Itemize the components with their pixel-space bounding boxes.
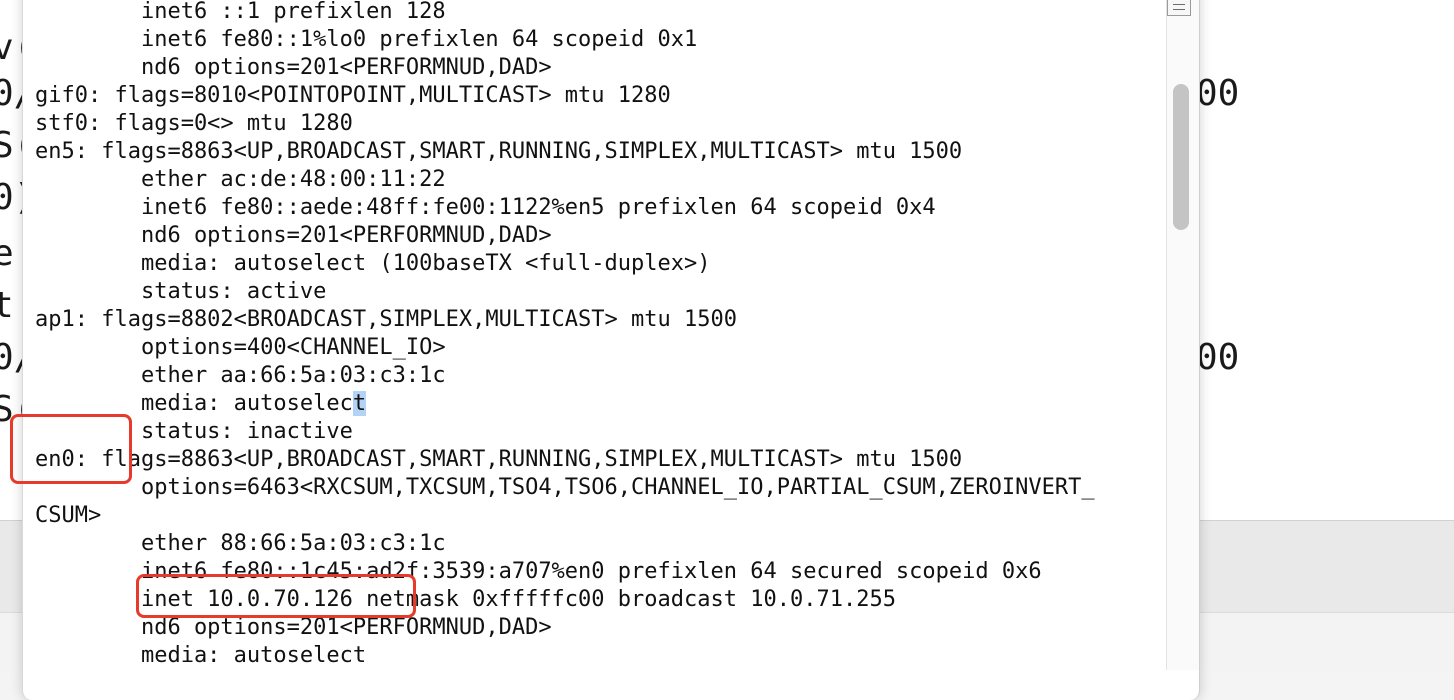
terminal-line: inet6 ::1 prefixlen 128 xyxy=(35,0,446,24)
terminal-line: ether ac:de:48:00:11:22 xyxy=(35,167,446,192)
terminal-line: inet6 fe80::aede:48ff:fe00:1122%en5 pref… xyxy=(35,195,936,220)
terminal-line: gif0: flags=8010<POINTOPOINT,MULTICAST> … xyxy=(35,83,671,108)
terminal-line: options=6463<RXCSUM,TXCSUM,TSO4,TSO6,CHA… xyxy=(35,475,1095,500)
terminal-line: inet6 fe80::1%lo0 prefixlen 64 scopeid 0… xyxy=(35,27,698,52)
terminal-output[interactable]: inet6 ::1 prefixlen 128 inet6 fe80::1%lo… xyxy=(35,0,1095,670)
terminal-line: ap1: flags=8802<BROADCAST,SIMPLEX,MULTIC… xyxy=(35,307,737,332)
background-text-fragment: 00 xyxy=(1196,73,1240,114)
terminal-line: stf0: flags=0<> mtu 1280 xyxy=(35,111,353,136)
scrollbar-thumb[interactable] xyxy=(1173,84,1189,230)
terminal-line: media: autoselect (100baseTX <full-duple… xyxy=(35,251,711,276)
terminal-line: en0: flags=8863<UP,BROADCAST,SMART,RUNNI… xyxy=(35,447,963,472)
terminal-line: ether 88:66:5a:03:c3:1c xyxy=(35,531,446,556)
annotation-box-inet xyxy=(136,574,416,618)
terminal-line: status: inactive xyxy=(35,419,353,444)
terminal-line: media: autoselect xyxy=(35,391,367,416)
terminal-line: nd6 options=201<PERFORMNUD,DAD> xyxy=(35,223,552,248)
terminal-line: options=400<CHANNEL_IO> xyxy=(35,335,446,360)
background-text-fragment: 00 xyxy=(1196,337,1240,378)
terminal-line: ether aa:66:5a:03:c3:1c xyxy=(35,363,446,388)
annotation-box-en0 xyxy=(10,414,132,484)
text-selection: t xyxy=(352,391,367,416)
terminal-line: nd6 options=201<PERFORMNUD,DAD> xyxy=(35,55,552,80)
terminal-line: media: autoselect xyxy=(35,643,367,668)
terminal-line: nd6 options=201<PERFORMNUD,DAD> xyxy=(35,615,552,640)
terminal-line: en5: flags=8863<UP,BROADCAST,SMART,RUNNI… xyxy=(35,139,963,164)
split-pane-icon[interactable] xyxy=(1167,0,1191,16)
terminal-line: CSUM> xyxy=(35,503,102,528)
terminal-line: status: active xyxy=(35,279,327,304)
background-text-fragment: e xyxy=(0,233,14,274)
